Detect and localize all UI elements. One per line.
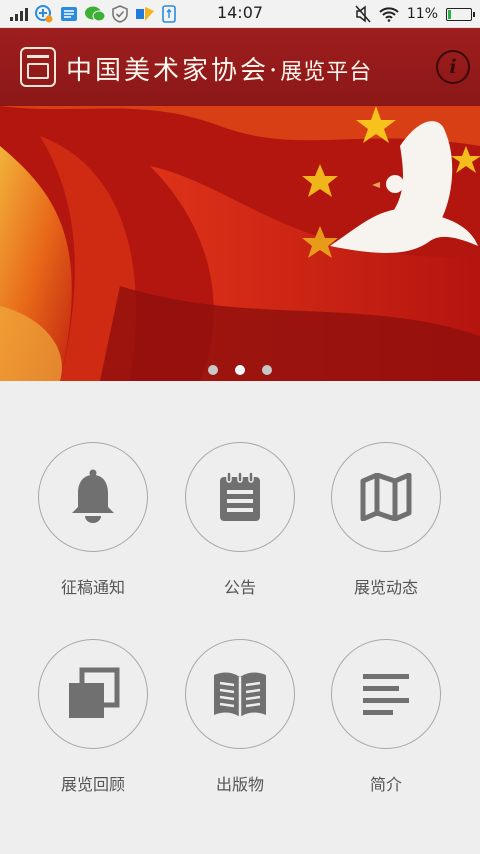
battery-percentage: 11%: [406, 6, 438, 22]
banner-carousel[interactable]: [0, 106, 480, 381]
carousel-dot-active[interactable]: [235, 365, 245, 375]
wifi-icon: [379, 7, 399, 22]
bell-icon: [72, 469, 114, 523]
menu-item-introduction[interactable]: 简介: [331, 639, 441, 795]
stacked-photos-icon: [69, 667, 120, 718]
menu-item-label: 公告: [223, 578, 256, 597]
menu-item-icon-circle[interactable]: [185, 442, 295, 552]
menu-item-label: 展览回顾: [60, 775, 125, 794]
menu-item-icon-circle[interactable]: [331, 639, 441, 749]
map-icon: [360, 473, 412, 521]
text-lines-icon: [363, 674, 409, 715]
app-header: 中国美术家协会·展览平台 i: [0, 28, 480, 106]
menu-item-label: 征稿通知: [60, 578, 125, 597]
battery-icon: [446, 7, 475, 21]
association-seal-logo: [20, 47, 56, 87]
menu-item-submission-notice[interactable]: 征稿通知: [38, 442, 148, 598]
header-title-main: 中国美术家协会·: [66, 56, 281, 86]
menu-item-exhibition-news[interactable]: 展览动态: [331, 442, 441, 598]
carousel-dot[interactable]: [208, 365, 218, 375]
status-bar: 14:07 11%: [0, 0, 480, 28]
mute-icon: [355, 5, 371, 23]
menu-item-icon-circle[interactable]: [331, 442, 441, 552]
open-book-icon: [214, 672, 266, 717]
menu-item-icon-circle[interactable]: [38, 442, 148, 552]
carousel-dot[interactable]: [262, 365, 272, 375]
banner-image: [0, 106, 480, 381]
menu-item-announcements[interactable]: 公告: [185, 442, 295, 598]
menu-item-icon-circle[interactable]: [38, 639, 148, 749]
header-title: 中国美术家协会·展览平台: [66, 50, 372, 87]
menu-item-label: 展览动态: [353, 578, 418, 597]
menu-item-publications[interactable]: 出版物: [185, 639, 295, 795]
carousel-indicators: [0, 365, 480, 375]
info-button[interactable]: i: [436, 50, 470, 84]
menu-item-label: 出版物: [215, 775, 264, 794]
menu-item-label: 简介: [369, 775, 402, 794]
status-right-icons: 11%: [355, 4, 475, 24]
menu-item-icon-circle[interactable]: [185, 639, 295, 749]
menu-item-exhibition-review[interactable]: 展览回顾: [38, 639, 148, 795]
notepad-icon: [220, 471, 260, 521]
header-title-sub: 展览平台: [280, 60, 373, 85]
